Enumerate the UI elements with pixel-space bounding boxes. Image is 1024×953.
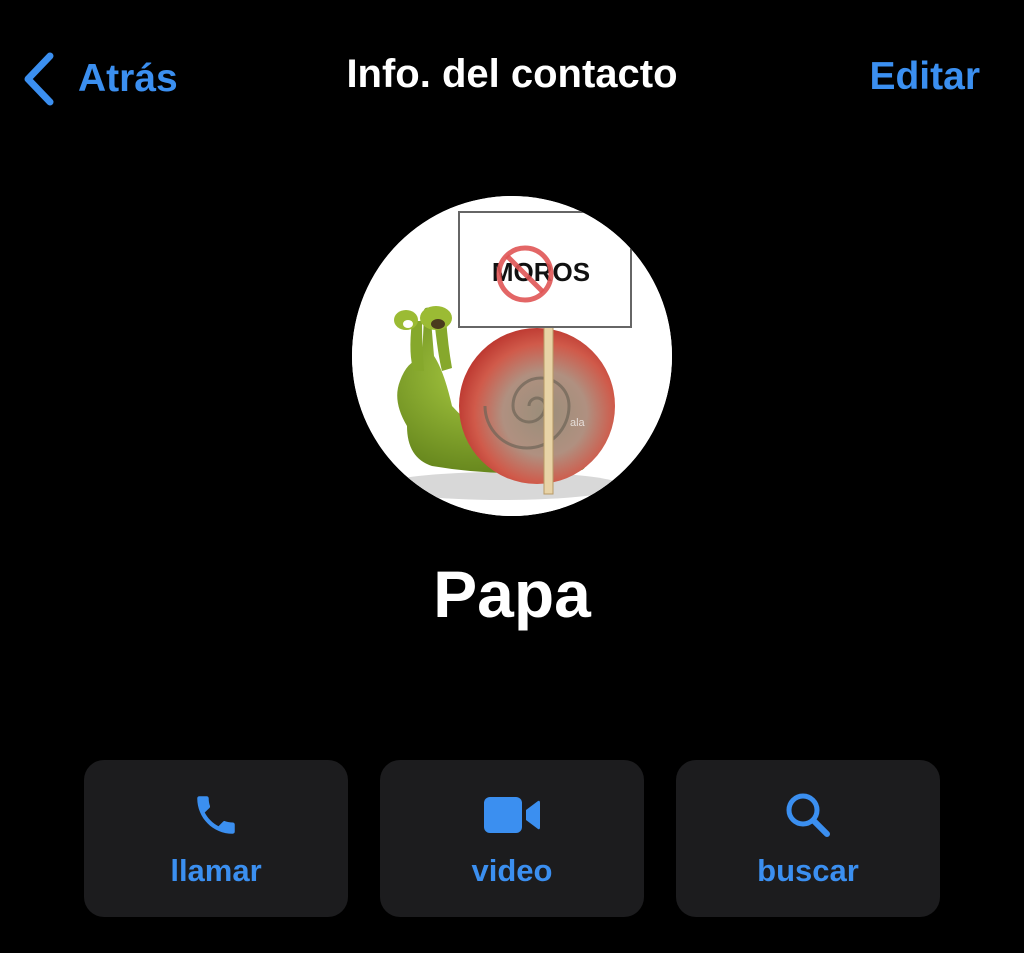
search-button[interactable]: buscar <box>676 760 940 917</box>
back-button-label: Atrás <box>78 57 178 100</box>
video-button[interactable]: video <box>380 760 644 917</box>
video-button-label: video <box>471 853 553 888</box>
back-button[interactable]: Atrás <box>22 48 178 110</box>
call-button[interactable]: llamar <box>84 760 348 917</box>
call-button-label: llamar <box>170 853 262 888</box>
quick-actions: llamar video buscar <box>84 760 940 917</box>
contact-avatar[interactable]: MOROS ala <box>352 196 672 516</box>
search-button-label: buscar <box>757 853 859 888</box>
contact-name: Papa <box>433 557 591 631</box>
watermark-text: ala <box>570 417 586 429</box>
snail-sign-picture: MOROS ala <box>352 196 672 516</box>
edit-button[interactable]: Editar <box>869 55 980 99</box>
navigation-bar: Atrás Info. del contacto Editar <box>0 0 1024 160</box>
sign-text: MOROS <box>492 257 590 287</box>
chevron-left-icon <box>22 51 56 107</box>
search-icon <box>676 790 940 840</box>
phone-icon <box>84 790 348 840</box>
video-camera-icon <box>380 790 644 840</box>
page-title: Info. del contacto <box>346 52 678 96</box>
